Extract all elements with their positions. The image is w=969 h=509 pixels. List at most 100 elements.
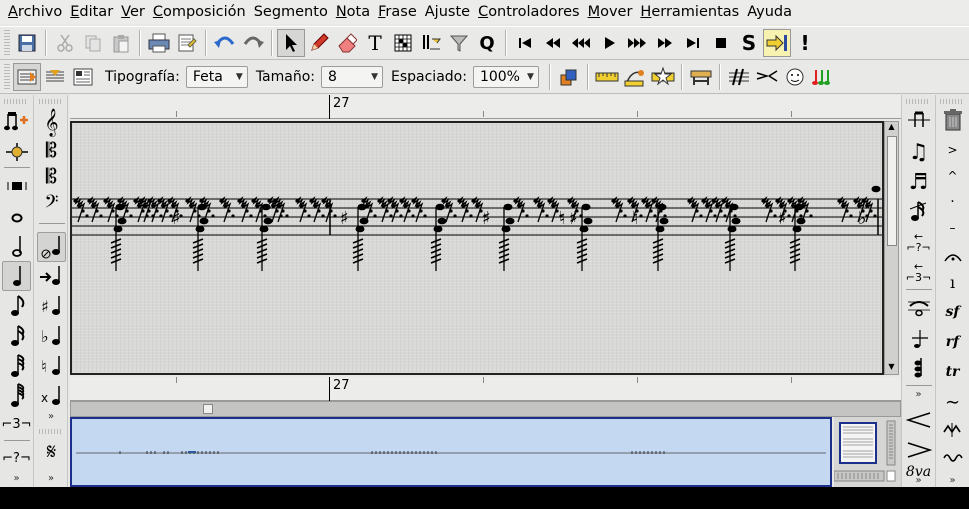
guitar-chord-icon[interactable] — [389, 29, 417, 57]
chevron-down-icon[interactable]: » — [936, 475, 969, 486]
rest[interactable] — [457, 196, 473, 223]
chord[interactable] — [724, 203, 741, 271]
fast-forward-icon[interactable] — [623, 29, 651, 57]
rest[interactable] — [533, 196, 549, 223]
mordent-icon[interactable] — [938, 415, 967, 445]
rewind-icon[interactable] — [567, 29, 595, 57]
print-icon[interactable] — [145, 29, 173, 57]
triplet-beam-icon[interactable]: ♬ — [904, 167, 933, 197]
tie-icon[interactable] — [904, 293, 933, 323]
chord[interactable] — [789, 203, 806, 271]
beam-icon[interactable] — [904, 107, 933, 137]
track-cursor-icon[interactable] — [763, 29, 791, 57]
rest[interactable] — [513, 196, 529, 223]
rest[interactable] — [219, 196, 235, 223]
double-sharp-icon[interactable]: x — [37, 382, 66, 412]
segno-icon[interactable]: 𝄋 — [37, 437, 66, 467]
eighth-note-icon[interactable] — [2, 291, 31, 321]
triplet-bracket-icon[interactable]: ← ⌐3¬ — [904, 257, 933, 287]
accidental[interactable]: ♯ — [569, 208, 578, 229]
triplet-icon[interactable]: ⌐3¬ — [1, 409, 31, 439]
tenuto-icon[interactable]: – — [938, 213, 967, 243]
chevron-up-icon[interactable]: ▲ — [885, 122, 898, 134]
sixty-fourth-note-icon[interactable] — [2, 381, 31, 411]
tenor-clef-icon[interactable]: 𝄡 — [37, 161, 66, 191]
quarter-note-icon[interactable] — [2, 261, 31, 291]
rest[interactable] — [761, 196, 777, 223]
lyrics-icon[interactable] — [781, 63, 809, 91]
menu-editar[interactable]: Editar — [68, 0, 119, 24]
layout-icon[interactable] — [69, 63, 97, 91]
score-panner[interactable] — [70, 417, 832, 487]
toolbar-grip[interactable] — [4, 64, 10, 90]
staccatissimo-icon[interactable]: ı — [938, 267, 967, 297]
natural-icon[interactable]: ♮ — [37, 352, 66, 382]
menu-ver[interactable]: Ver — [119, 0, 151, 24]
trash-icon[interactable] — [938, 105, 967, 135]
fingering-icon[interactable] — [725, 63, 753, 91]
beamed-pair-icon[interactable]: ♫ — [904, 137, 933, 167]
draw-pencil-icon[interactable] — [305, 29, 333, 57]
accidental[interactable]: ♯ — [778, 208, 787, 229]
size-select[interactable]: 8 ▼ — [321, 66, 383, 88]
bar-ruler[interactable]: 27 — [70, 95, 901, 119]
solo-icon[interactable]: S — [735, 29, 763, 57]
forward-to-end-icon[interactable] — [679, 29, 707, 57]
raw-note-ruler-icon[interactable] — [687, 63, 715, 91]
stop-icon[interactable] — [707, 29, 735, 57]
redo-icon[interactable] — [239, 29, 267, 57]
erase-icon[interactable] — [333, 29, 361, 57]
tuplet-bracket-icon[interactable]: ← ⌐?¬ — [904, 227, 933, 257]
chord[interactable] — [498, 203, 515, 271]
rest[interactable] — [295, 196, 311, 223]
chord-name-ruler-icon[interactable] — [649, 63, 677, 91]
toolbar-grip[interactable] — [4, 30, 10, 56]
accidental[interactable]: ♮ — [632, 208, 638, 229]
rest[interactable] — [73, 196, 89, 223]
vertical-scrollbar[interactable]: ▲ ▼ — [884, 121, 899, 375]
menu-composicion[interactable]: Composición — [151, 0, 252, 24]
half-note-icon[interactable] — [2, 231, 31, 261]
menu-nota[interactable]: Nota — [334, 0, 376, 24]
rest[interactable] — [321, 196, 337, 223]
rest[interactable] — [411, 196, 427, 223]
rest[interactable] — [837, 196, 853, 223]
chevron-down-icon[interactable]: » — [902, 389, 935, 400]
menu-mover[interactable]: Mover — [586, 0, 639, 24]
bass-clef-icon[interactable]: 𝄢 — [37, 189, 66, 219]
scrollbar-thumb[interactable] — [203, 404, 213, 414]
undo-icon[interactable] — [211, 29, 239, 57]
copy-icon[interactable] — [79, 29, 107, 57]
breve-rest-icon[interactable] — [2, 171, 31, 201]
toggle-tools-icon[interactable] — [13, 63, 41, 91]
rinforzando-icon[interactable]: rf — [938, 327, 967, 357]
text-tool-icon[interactable]: T — [361, 29, 389, 57]
tempo-ruler-icon[interactable] — [621, 63, 649, 91]
toggle-staff-icon[interactable] — [41, 63, 69, 91]
segment-icon[interactable] — [555, 63, 583, 91]
print-preview-icon[interactable] — [173, 29, 201, 57]
chord-icon[interactable] — [904, 353, 933, 383]
accidental[interactable]: ♯ — [172, 208, 181, 229]
scrollbar-thumb[interactable] — [887, 136, 897, 246]
note-colours-icon[interactable] — [809, 63, 837, 91]
spacing-select[interactable]: 100% ▼ — [472, 66, 539, 88]
play-icon[interactable] — [595, 29, 623, 57]
menu-ajuste[interactable]: Ajuste — [423, 0, 476, 24]
panic-icon[interactable]: ! — [791, 29, 819, 57]
flat-icon[interactable]: ♭ — [37, 322, 66, 352]
save-icon[interactable] — [13, 29, 41, 57]
note[interactable] — [871, 185, 881, 193]
chevron-down-icon[interactable]: » — [0, 473, 33, 484]
font-select[interactable]: Feta ▼ — [185, 66, 248, 88]
sharp-icon[interactable]: ♯ — [37, 292, 66, 322]
treble-clef-icon[interactable]: 𝄞 — [37, 107, 66, 137]
rewind-to-start-icon[interactable] — [511, 29, 539, 57]
thirty-second-note-icon[interactable] — [2, 351, 31, 381]
rest[interactable] — [87, 196, 103, 223]
arpeggio-icon[interactable] — [938, 443, 967, 473]
stem-up-icon[interactable] — [904, 323, 933, 353]
staff[interactable]: ♯ ♯ ♯ ♮ ♯ ♮ ♯ ♭ — [72, 123, 884, 375]
quantize-icon[interactable]: Q — [473, 29, 501, 57]
menu-archivo[interactable]: Archivo — [6, 0, 68, 24]
